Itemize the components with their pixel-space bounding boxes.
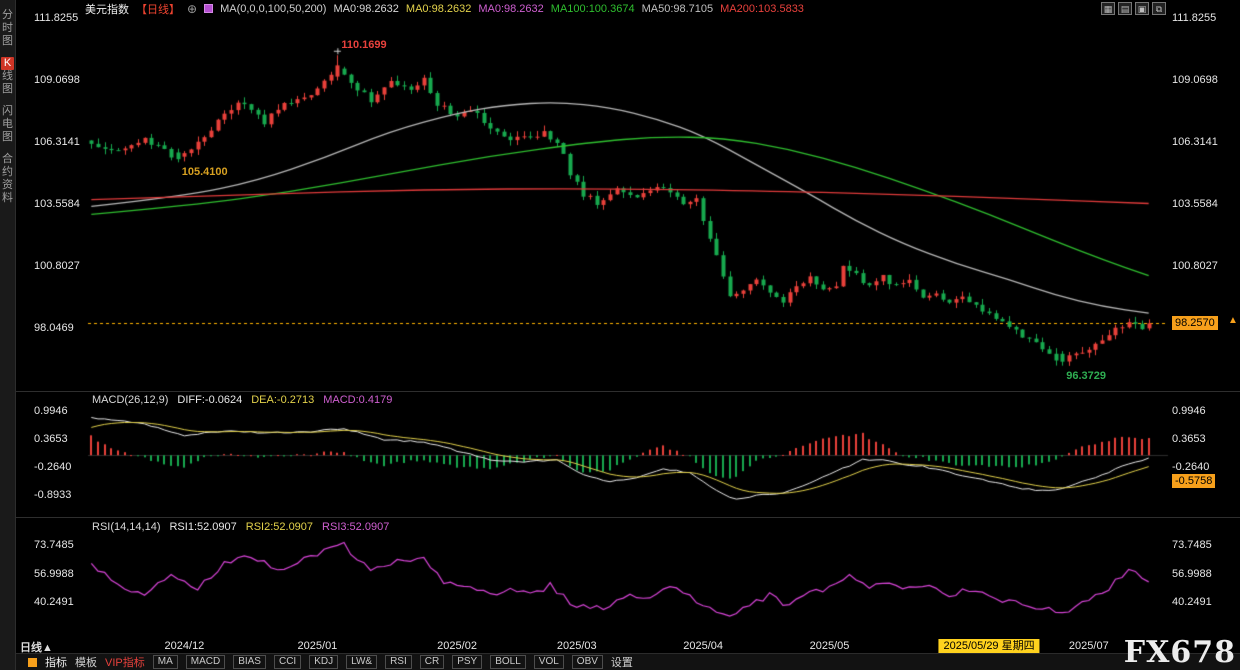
bottom-toolbar: 指标模板 VIP指标 MA MACD BIAS CCI KDJ LW&RSI CR PSY BOLL… [16, 653, 1240, 670]
sidebar-tab-time-chart[interactable]: 分时图 [1, 9, 15, 48]
panel-divider [16, 517, 1240, 518]
window-controls: ▦▤▣⧉ [1101, 2, 1166, 15]
macd-value: DIFF:-0.0624 [177, 394, 242, 406]
rsi-params: RSI(14,14,14) [92, 521, 160, 533]
rsi-value: RSI1:52.0907 [169, 521, 236, 533]
toolbar-item-vol[interactable]: VOL [534, 655, 564, 669]
ma-value: MA50:98.7105 [642, 3, 714, 15]
macd-header: MACD(26,12,9) DIFF:-0.0624 DEA:-0.2713 MACD… [92, 394, 401, 406]
ma-value: MA0:98.2632 [478, 3, 543, 15]
macd-params: MACD(26,12,9) [92, 394, 168, 406]
ma-value: MA0:98.2632 [333, 3, 398, 15]
indicator-icon [28, 658, 37, 667]
toolbar-item-kdj[interactable]: KDJ [309, 655, 338, 669]
rsi-header: RSI(14,14,14) RSI1:52.0907 RSI2:52.0907 RSI… [92, 521, 398, 533]
instrument-title: 美元指数 [85, 1, 129, 17]
sidebar-tabs: 分时图 K线图闪电图合约资料 [0, 0, 16, 670]
toolbar-item-settings[interactable]: 设置 [611, 654, 633, 670]
sidebar-tab-lightning-chart[interactable]: 闪电图 [1, 105, 15, 144]
expand-window-icon[interactable]: ⧉ [1152, 2, 1166, 15]
x-axis: 日线▲ [16, 637, 1240, 653]
watermark: FX678 [1124, 638, 1236, 668]
rsi-value: RSI3:52.0907 [322, 521, 389, 533]
ma-values: MA0:98.2632 MA0:98.2632 MA0:98.2632 MA100:1… [333, 3, 810, 15]
macd-value: MACD:0.4179 [323, 394, 392, 406]
toolbar-item-indicators[interactable]: 指标 [45, 654, 67, 670]
toolbar-item-lwr[interactable]: LW& [346, 655, 377, 669]
toolbar-item-vip-indicators[interactable]: VIP指标 [105, 654, 145, 670]
toolbar-item-boll[interactable]: BOLL [490, 655, 526, 669]
toolbar-item-cr[interactable]: CR [420, 655, 444, 669]
chart-window-icon[interactable]: ▣ [1135, 2, 1149, 15]
ma-legend-icon[interactable] [204, 4, 213, 13]
toolbar-item-obv[interactable]: OBV [572, 655, 603, 669]
grid-layout-icon[interactable]: ▦ [1101, 2, 1115, 15]
period-tag[interactable]: 【日线】 [136, 1, 180, 17]
macd-value: DEA:-0.2713 [251, 394, 314, 406]
toolbar-item-macd[interactable]: MACD [186, 655, 225, 669]
toolbar-item-bias[interactable]: BIAS [233, 655, 266, 669]
ma-settings: MA(0,0,0,100,50,200) [220, 3, 326, 15]
sidebar-tab-kline-chart[interactable]: K线图 [1, 57, 15, 96]
toolbar-item-cci[interactable]: CCI [274, 655, 301, 669]
sidebar-tab-contract-info[interactable]: 合约资料 [1, 153, 15, 205]
price-chart-canvas[interactable] [0, 0, 1240, 670]
chart-header: 美元指数 【日线】 ⊕ MA(0,0,0,100,50,200) MA0:98.… [16, 0, 1240, 17]
split-layout-icon[interactable]: ▤ [1118, 2, 1132, 15]
rsi-value: RSI2:52.0907 [246, 521, 313, 533]
ma-value: MA0:98.2632 [406, 3, 471, 15]
toolbar-item-rsi[interactable]: RSI [385, 655, 412, 669]
toolbar-item-ma[interactable]: MA [153, 655, 178, 669]
ma-value: MA200:103.5833 [720, 3, 804, 15]
ma-value: MA100:100.3674 [551, 3, 635, 15]
panel-divider [16, 391, 1240, 392]
toolbar-item-psy[interactable]: PSY [452, 655, 482, 669]
plus-circle-icon[interactable]: ⊕ [187, 2, 197, 16]
toolbar-item-templates[interactable]: 模板 [75, 654, 97, 670]
